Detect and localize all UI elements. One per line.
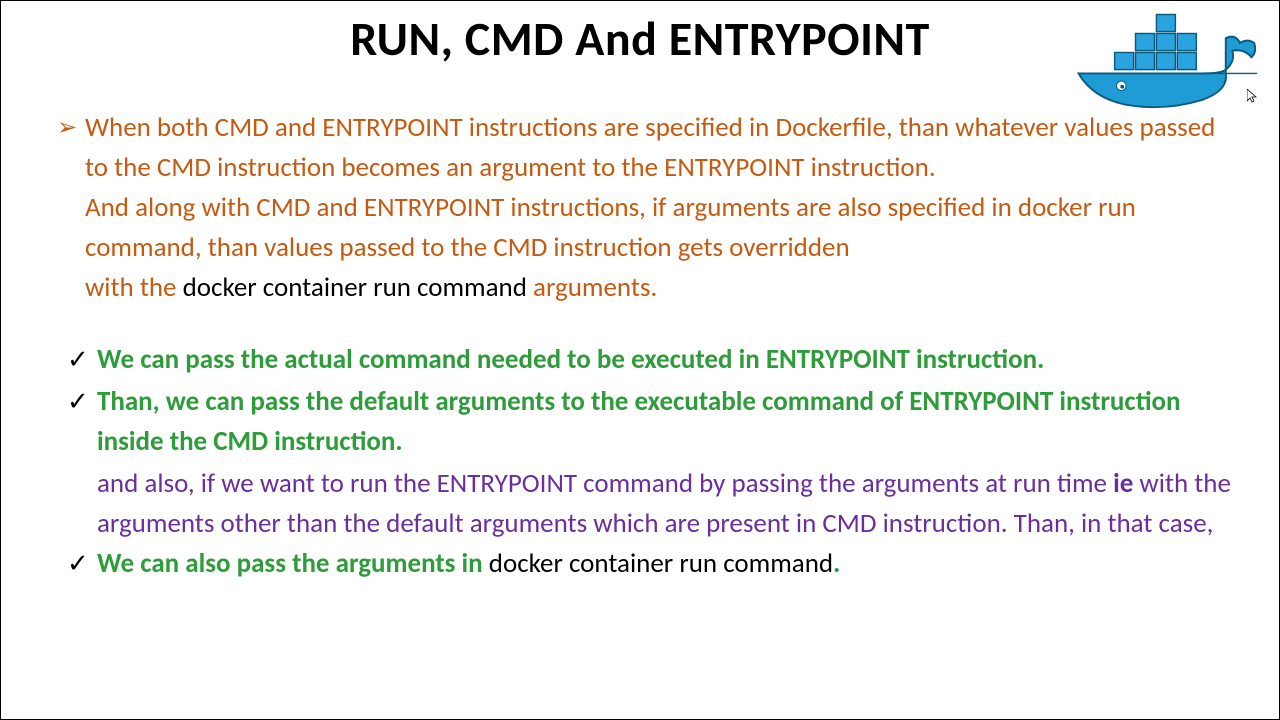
check2-text: Than, we can pass the default arguments … [97,385,1181,458]
para1-line1: When both CMD and ENTRYPOINT instruction… [85,111,1215,184]
check3-c: . [833,547,840,580]
check-item-2: Than, we can pass the default arguments … [63,382,1239,462]
purple-para: and also, if we want to run the ENTRYPOI… [63,464,1239,544]
check3-b: docker container run command [489,547,833,580]
slide-body: When both CMD and ENTRYPOINT instruction… [1,68,1279,583]
para1-l3c: arguments. [533,271,657,304]
purple-b: ie [1113,467,1133,500]
bullet-main: When both CMD and ENTRYPOINT instruction… [63,108,1239,308]
docker-logo-icon [1069,5,1259,115]
check1-text: We can pass the actual command needed to… [97,343,1044,376]
check-item-1: We can pass the actual command needed to… [63,340,1239,380]
para1-l3a: with the [85,271,183,304]
para1-line2: And along with CMD and ENTRYPOINT instru… [85,191,1136,264]
check-item-3: We can also pass the arguments in docker… [63,544,1239,584]
check3-a: We can also pass the arguments in [97,547,489,580]
purple-a: and also, if we want to run the ENTRYPOI… [97,467,1113,500]
para1-l3b: docker container run command [183,271,533,304]
mouse-cursor-icon [1247,89,1257,107]
